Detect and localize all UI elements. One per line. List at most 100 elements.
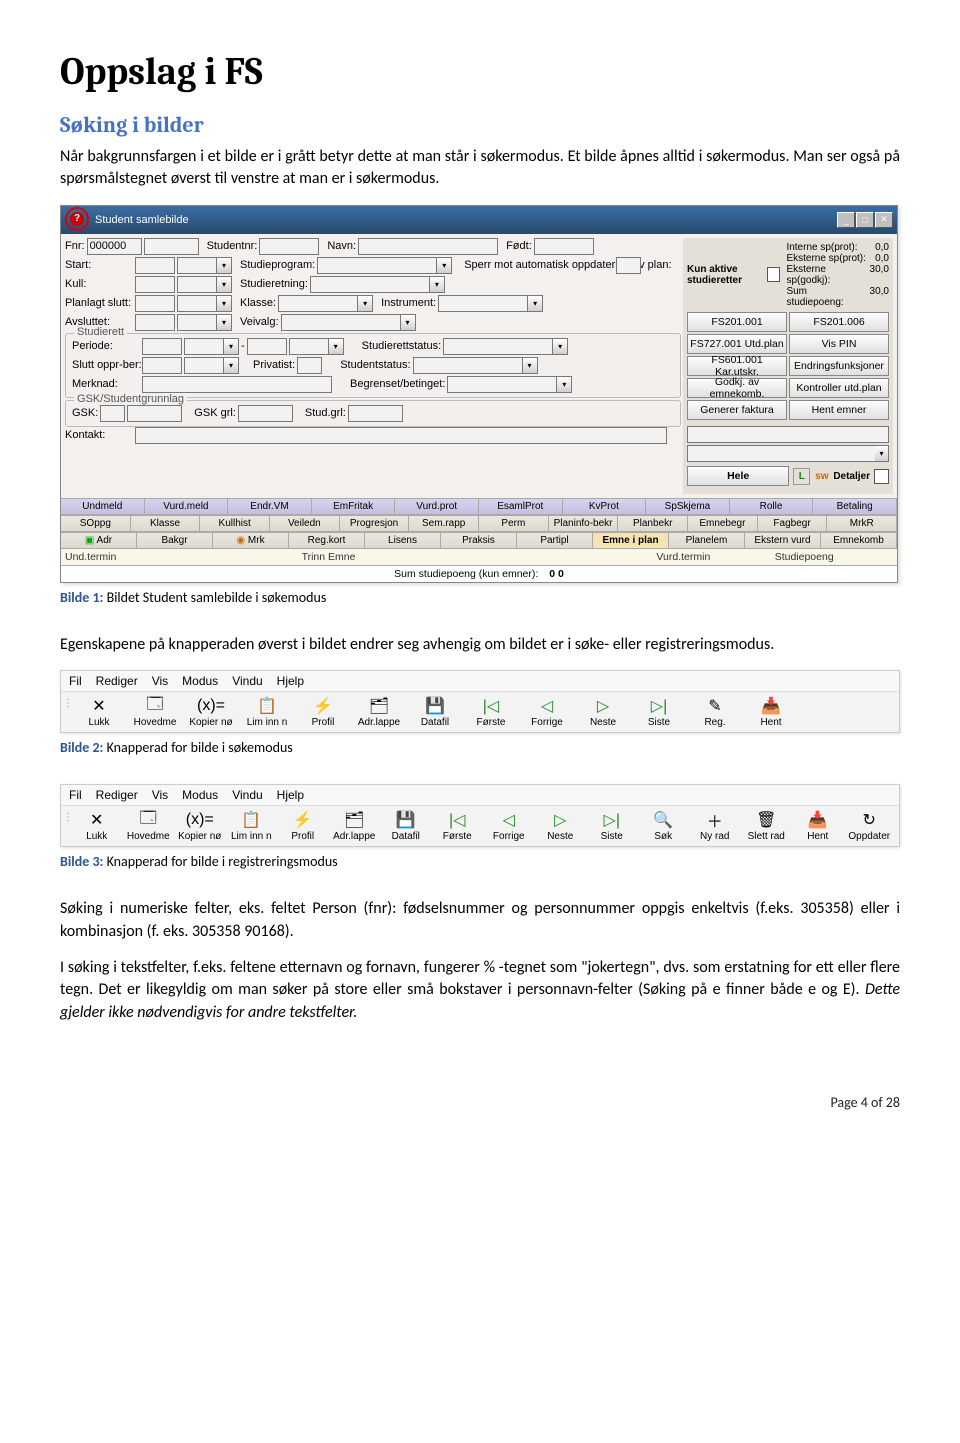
panel-button[interactable]: Hent emner bbox=[789, 400, 889, 420]
tab-planinfo-bekr[interactable]: Planinfo-bekr bbox=[549, 516, 619, 531]
tab-rolle[interactable]: Rolle bbox=[730, 499, 814, 514]
toolbar-hovedme-button[interactable]: 🗔Hovedme bbox=[123, 808, 175, 844]
toolbar-siste-button[interactable]: ▷|Siste bbox=[586, 808, 638, 844]
tab-praksis[interactable]: Praksis bbox=[441, 533, 517, 548]
panel-button[interactable]: FS201.001 bbox=[687, 312, 787, 332]
tab-spskjema[interactable]: SpSkjema bbox=[646, 499, 730, 514]
menu-rediger[interactable]: Rediger bbox=[96, 788, 138, 802]
chevron-down-icon[interactable]: ▾ bbox=[217, 276, 232, 293]
tab-bakgr[interactable]: Bakgr bbox=[137, 533, 213, 548]
tab-adr[interactable]: ▣ Adr bbox=[61, 533, 137, 548]
toolbar-f-rste-button[interactable]: |◁Første bbox=[463, 694, 519, 730]
chevron-down-icon[interactable]: ▾ bbox=[217, 257, 232, 274]
toolbar-f-rste-button[interactable]: |◁Første bbox=[432, 808, 484, 844]
planlagt-dropdown[interactable] bbox=[177, 295, 217, 312]
toolbar-neste-button[interactable]: ▷Neste bbox=[535, 808, 587, 844]
chevron-down-icon[interactable]: ▾ bbox=[523, 357, 538, 374]
toolbar-adr-lappe-button[interactable]: 🗂Adr.lappe bbox=[351, 694, 407, 730]
toolbar-profil-button[interactable]: ⚡Profil bbox=[277, 808, 329, 844]
gsk-input[interactable] bbox=[100, 405, 125, 422]
tab-emfritak[interactable]: EmFritak bbox=[312, 499, 396, 514]
toolbar-lim-inn-n-button[interactable]: 📋Lim inn n bbox=[226, 808, 278, 844]
menu-modus[interactable]: Modus bbox=[182, 788, 218, 802]
toolbar-lukk-button[interactable]: ✕Lukk bbox=[71, 694, 127, 730]
tab-vurd-meld[interactable]: Vurd.meld bbox=[145, 499, 229, 514]
chevron-down-icon[interactable]: ▾ bbox=[430, 276, 445, 293]
panel-button[interactable]: Generer faktura bbox=[687, 400, 787, 420]
tab-endr-vm[interactable]: Endr.VM bbox=[228, 499, 312, 514]
chevron-down-icon[interactable]: ▾ bbox=[217, 295, 232, 312]
tab-reg-kort[interactable]: Reg.kort bbox=[289, 533, 365, 548]
panel-button[interactable]: FS727.001 Utd.plan bbox=[687, 334, 787, 354]
tab-ekstern-vurd[interactable]: Ekstern vurd bbox=[745, 533, 821, 548]
kun-aktive-checkbox[interactable] bbox=[767, 267, 781, 282]
tab-mrk[interactable]: ◉ Mrk bbox=[213, 533, 289, 548]
fnr-input-2[interactable] bbox=[144, 238, 199, 255]
panel-button[interactable]: Kontroller utd.plan bbox=[789, 378, 889, 398]
studentnr-input[interactable] bbox=[259, 238, 319, 255]
toolbar-datafil-button[interactable]: 💾Datafil bbox=[380, 808, 432, 844]
toolbar-lim-inn-n-button[interactable]: 📋Lim inn n bbox=[239, 694, 295, 730]
privatist-input[interactable] bbox=[297, 357, 322, 374]
periode-from[interactable] bbox=[142, 338, 182, 355]
klasse-dropdown[interactable] bbox=[278, 295, 358, 312]
tab-kullhist[interactable]: Kullhist bbox=[200, 516, 270, 531]
toolbar-kopier-n--button[interactable]: (x)=Kopier nø bbox=[174, 808, 226, 844]
toolbar-neste-button[interactable]: ▷Neste bbox=[575, 694, 631, 730]
navn-input[interactable] bbox=[358, 238, 498, 255]
toolbar-forrige-button[interactable]: ◁Forrige bbox=[519, 694, 575, 730]
periode-to[interactable] bbox=[247, 338, 287, 355]
tab-vurd-prot[interactable]: Vurd.prot bbox=[395, 499, 479, 514]
chevron-down-icon[interactable]: ▾ bbox=[329, 338, 344, 355]
gsk-input-2[interactable] bbox=[127, 405, 182, 422]
minimize-icon[interactable]: _ bbox=[837, 212, 855, 228]
fodt-input[interactable] bbox=[534, 238, 594, 255]
studgrl-input[interactable] bbox=[348, 405, 403, 422]
toolbar-siste-button[interactable]: ▷|Siste bbox=[631, 694, 687, 730]
tab-betaling[interactable]: Betaling bbox=[813, 499, 897, 514]
studentstatus-dropdown[interactable] bbox=[413, 357, 523, 374]
panel-button[interactable]: Godkj. av emnekomb. bbox=[687, 378, 787, 398]
planlagt-input[interactable] bbox=[135, 295, 175, 312]
periode-to-dd[interactable] bbox=[289, 338, 329, 355]
panel-button[interactable]: Vis PIN bbox=[789, 334, 889, 354]
menu-hjelp[interactable]: Hjelp bbox=[277, 788, 304, 802]
dropdown-arrow-icon[interactable]: ▾ bbox=[875, 445, 889, 462]
avsluttet-dropdown[interactable] bbox=[177, 314, 217, 331]
chevron-down-icon[interactable]: ▾ bbox=[217, 314, 232, 331]
chevron-down-icon[interactable]: ▾ bbox=[358, 295, 373, 312]
menu-fil[interactable]: Fil bbox=[69, 674, 82, 688]
chevron-down-icon[interactable]: ▾ bbox=[224, 338, 239, 355]
tab-planbekr[interactable]: Planbekr bbox=[618, 516, 688, 531]
menu-vis[interactable]: Vis bbox=[152, 674, 168, 688]
close-icon[interactable]: ✕ bbox=[875, 212, 893, 228]
tab-progresjon[interactable]: Progresjon bbox=[340, 516, 410, 531]
tab-veiledn[interactable]: Veiledn bbox=[270, 516, 340, 531]
hele-button[interactable]: Hele bbox=[687, 466, 789, 486]
start-input[interactable] bbox=[135, 257, 175, 274]
toolbar-hovedme-button[interactable]: 🗔Hovedme bbox=[127, 694, 183, 730]
menu-rediger[interactable]: Rediger bbox=[96, 674, 138, 688]
fnr-input[interactable] bbox=[87, 238, 142, 255]
merknad-input[interactable] bbox=[142, 376, 332, 393]
tab-kvprot[interactable]: KvProt bbox=[563, 499, 647, 514]
toolbar-kopier-n--button[interactable]: (x)=Kopier nø bbox=[183, 694, 239, 730]
tab-esamlprot[interactable]: EsamlProt bbox=[479, 499, 563, 514]
toolbar-reg--button[interactable]: ✎Reg. bbox=[687, 694, 743, 730]
panel-button[interactable]: FS601.001 Kar.utskr. bbox=[687, 356, 787, 376]
tab-emnekomb[interactable]: Emnekomb bbox=[821, 533, 897, 548]
studierettstatus-dropdown[interactable] bbox=[443, 338, 553, 355]
toolbar-adr-lappe-button[interactable]: 🗂Adr.lappe bbox=[329, 808, 381, 844]
right-filter-input[interactable] bbox=[687, 426, 889, 443]
right-dropdown[interactable] bbox=[687, 445, 875, 462]
tab-emnebegr[interactable]: Emnebegr bbox=[688, 516, 758, 531]
sperr-input[interactable] bbox=[616, 257, 641, 274]
toolbar-hent-button[interactable]: 📥Hent bbox=[792, 808, 844, 844]
tab-perm[interactable]: Perm bbox=[479, 516, 549, 531]
panel-button[interactable]: FS201.006 bbox=[789, 312, 889, 332]
tab-fagbegr[interactable]: Fagbegr bbox=[758, 516, 828, 531]
start-dropdown[interactable] bbox=[177, 257, 217, 274]
toolbar-ny-rad-button[interactable]: ＋Ny rad bbox=[689, 808, 741, 844]
toolbar-slett-rad-button[interactable]: 🗑Slett rad bbox=[741, 808, 793, 844]
tab-soppg[interactable]: SOppg bbox=[61, 516, 131, 531]
